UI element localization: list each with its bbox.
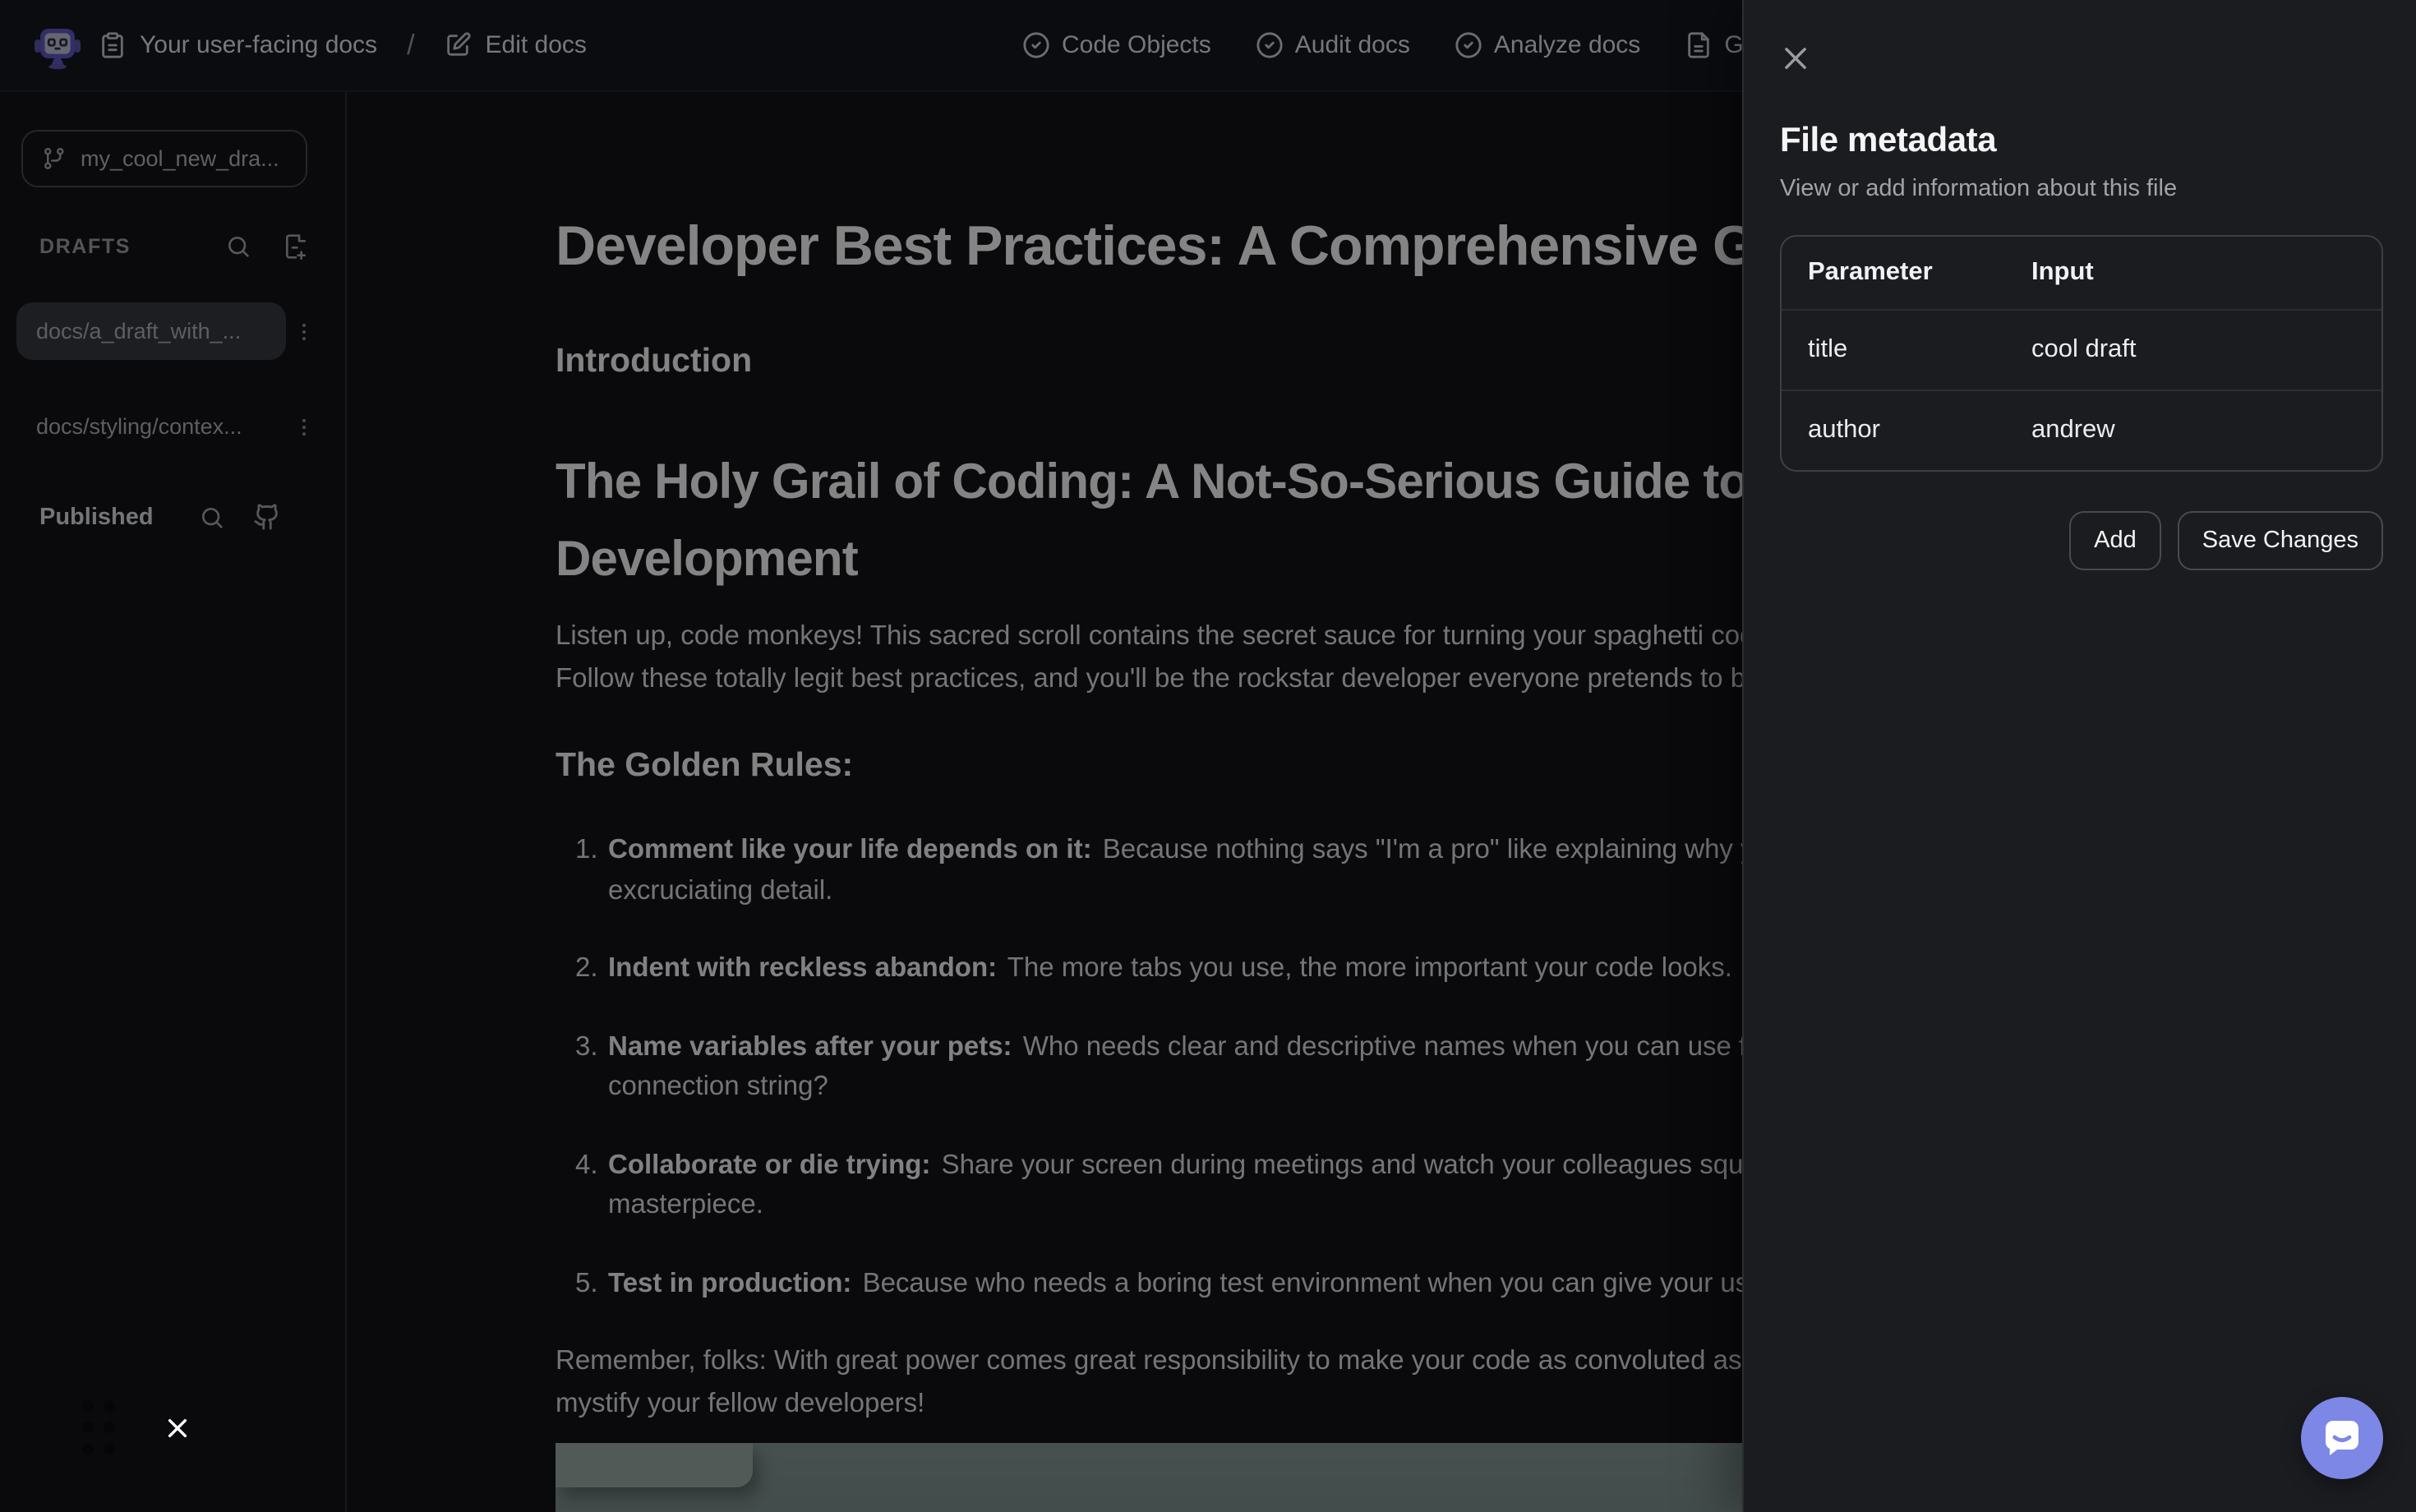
chat-bubble-icon xyxy=(2326,1421,2358,1455)
cell-input: cool draft xyxy=(2031,335,2137,363)
screen: Your user-facing docs / Edit docs Code O… xyxy=(0,0,2416,1512)
metadata-table: Parameter Input title cool draft author … xyxy=(1780,235,2383,472)
drawer-title: File metadata xyxy=(1780,122,1997,159)
corner-widget xyxy=(82,1400,191,1454)
cell-parameter: author xyxy=(1808,416,1880,444)
overlay-scrim[interactable] xyxy=(0,0,1742,1512)
table-row[interactable]: author andrew xyxy=(1782,390,2381,470)
table-header-row: Parameter Input xyxy=(1782,237,2381,309)
cell-parameter: title xyxy=(1808,335,1848,363)
widget-close-icon[interactable] xyxy=(164,1414,191,1441)
app-window: Your user-facing docs / Edit docs Code O… xyxy=(0,0,2416,1512)
column-header-input: Input xyxy=(2031,258,2094,286)
drag-handle-dots-icon[interactable] xyxy=(82,1400,115,1454)
chat-launcher-button[interactable] xyxy=(2301,1397,2383,1479)
drawer-subtitle: View or add information about this file xyxy=(1780,176,2178,202)
table-row[interactable]: title cool draft xyxy=(1782,309,2381,390)
drawer-actions: Add Save Changes xyxy=(1780,511,2383,570)
cell-input: andrew xyxy=(2031,416,2115,444)
close-icon xyxy=(1785,48,1806,69)
save-changes-button[interactable]: Save Changes xyxy=(2177,511,2383,570)
drawer-close-button[interactable] xyxy=(1780,43,1811,74)
add-button[interactable]: Add xyxy=(2069,511,2161,570)
file-metadata-drawer: File metadata View or add information ab… xyxy=(1742,0,2416,1512)
column-header-parameter: Parameter xyxy=(1808,258,1933,286)
